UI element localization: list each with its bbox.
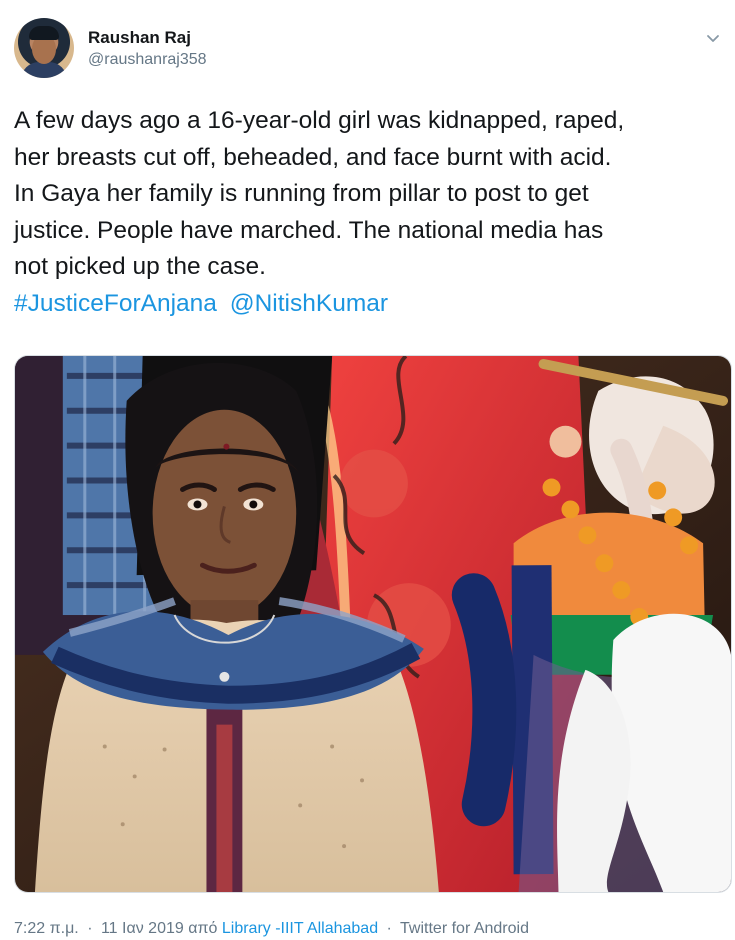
tweet-date[interactable]: 11 Ιαν 2019 xyxy=(101,920,184,937)
author-name[interactable]: Raushan Raj xyxy=(88,28,191,48)
tweet-links: #JusticeForAnjana @NitishKumar xyxy=(14,286,394,322)
avatar-shirt xyxy=(21,62,67,78)
tweet-source[interactable]: Twitter for Android xyxy=(400,920,529,937)
avatar-hair xyxy=(29,26,59,40)
tweet-time[interactable]: 7:22 π.μ. xyxy=(14,920,79,937)
hashtag-link[interactable]: #JusticeForAnjana xyxy=(14,290,217,317)
tweet-meta: 7:22 π.μ. · 11 Ιαν 2019 από Library -III… xyxy=(14,920,529,938)
tweet-photo[interactable] xyxy=(14,355,732,893)
meta-separator: · xyxy=(87,920,93,937)
photo-illustration xyxy=(15,356,731,892)
mention-link[interactable]: @NitishKumar xyxy=(230,290,388,317)
tweet-header: Raushan Raj @raushanraj358 xyxy=(14,18,724,82)
author-avatar[interactable] xyxy=(14,18,74,78)
tweet-card: Raushan Raj @raushanraj358 A few days ag… xyxy=(0,0,735,940)
chevron-down-icon[interactable] xyxy=(704,29,722,47)
tweet-text: A few days ago a 16-year-old girl was ki… xyxy=(14,107,625,281)
author-handle[interactable]: @raushanraj358 xyxy=(88,51,207,69)
tweet-location-link[interactable]: Library -IIIT Allahabad xyxy=(222,920,378,937)
from-word: από xyxy=(188,920,218,937)
meta-separator-2: · xyxy=(386,920,392,937)
